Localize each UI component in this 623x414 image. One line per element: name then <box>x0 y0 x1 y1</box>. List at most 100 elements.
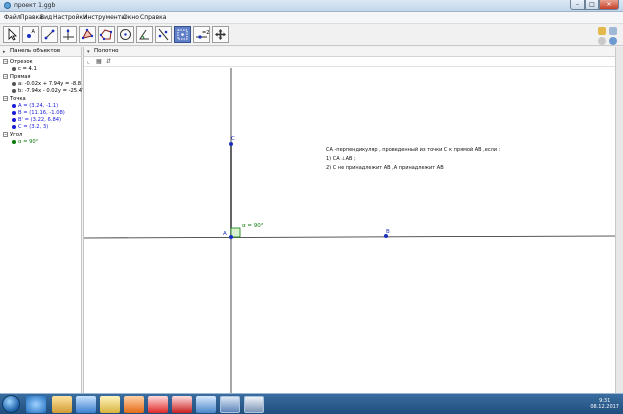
visibility-dot-icon[interactable] <box>12 88 16 93</box>
cursor-arrow-icon <box>8 28 17 41</box>
pin-icon[interactable]: ⇵ <box>106 58 111 65</box>
help-icon[interactable] <box>609 37 617 45</box>
visibility-dot-icon[interactable] <box>12 117 16 122</box>
yandex-browser-icon[interactable] <box>148 396 168 413</box>
angle-icon <box>139 29 149 40</box>
menu-help[interactable]: Справка <box>140 14 166 21</box>
grid-toggle-icon[interactable]: ▦ <box>96 58 102 65</box>
start-button[interactable] <box>2 395 20 413</box>
menu-view[interactable]: Вид <box>40 14 52 21</box>
ie-icon[interactable] <box>26 396 46 413</box>
tree-item[interactable]: b: -7.94x - 0.02y = -25.47 <box>12 88 85 94</box>
maximize-button[interactable]: □ <box>585 0 599 10</box>
tree-item[interactable]: C = (3.2, 3) <box>12 124 48 130</box>
tree-item-text: B = (11.16, -1.08) <box>18 110 65 116</box>
redo-icon[interactable] <box>609 27 617 35</box>
tree-category-label: Угол <box>10 132 23 138</box>
collapse-toggle-icon[interactable]: − <box>3 132 8 137</box>
line-a[interactable] <box>83 235 617 239</box>
tree-item-text: α = 90° <box>18 139 39 145</box>
drawing-canvas[interactable]: A B C α = 90° CA -перпендикуляр , провед… <box>83 68 617 393</box>
move-view-tool[interactable] <box>212 26 229 43</box>
angle-label: α = 90° <box>242 223 264 229</box>
tree-item-text: A = (3.24, -1.1) <box>18 103 59 109</box>
circle-tool[interactable] <box>117 26 134 43</box>
axes-toggle-icon[interactable]: ⌞ <box>87 58 90 65</box>
tree-category-label: Точка <box>10 96 26 102</box>
note-line-2: 1) CA ⊥AB ; <box>326 156 356 162</box>
line-icon <box>44 29 55 40</box>
visibility-dot-icon[interactable] <box>12 81 16 86</box>
audio-icon[interactable] <box>196 396 216 413</box>
point-c[interactable] <box>229 142 233 146</box>
tree-category-segment[interactable]: − Отрезок <box>3 59 33 65</box>
transform-tool[interactable] <box>174 26 191 43</box>
line-tool[interactable] <box>41 26 58 43</box>
close-button[interactable]: ✕ <box>599 0 619 10</box>
visibility-dot-icon[interactable] <box>12 103 16 108</box>
tree-item[interactable]: B' = (3.22, 6.84) <box>12 117 61 123</box>
collapse-toggle-icon[interactable]: − <box>3 74 8 79</box>
menu-tools[interactable]: Инструменты <box>83 14 126 21</box>
tree-category-label: Отрезок <box>10 59 33 65</box>
collapse-icon[interactable]: ▸ <box>3 49 6 55</box>
title-bar: проект 1.ggb – □ ✕ <box>0 0 623 12</box>
tree-item[interactable]: A = (3.24, -1.1) <box>12 103 58 109</box>
folder-icon[interactable] <box>100 396 120 413</box>
svg-text:A: A <box>32 29 36 35</box>
settings-gear-icon[interactable] <box>598 37 606 45</box>
point-tool[interactable]: A <box>22 26 39 43</box>
polygon-icon <box>81 28 94 40</box>
graphics-header: ▾ Полотно <box>84 47 615 57</box>
tree-item-text: B' = (3.22, 6.84) <box>18 117 62 123</box>
visibility-dot-icon[interactable] <box>12 139 16 144</box>
right-scrollbar[interactable] <box>615 47 623 393</box>
menu-window[interactable]: Окно <box>123 14 139 21</box>
tree-item[interactable]: α = 90° <box>12 139 38 145</box>
undo-icon[interactable] <box>598 27 606 35</box>
word-icon[interactable] <box>220 396 240 413</box>
minimize-button[interactable]: – <box>570 0 585 10</box>
visibility-dot-icon[interactable] <box>12 124 16 129</box>
point-c-label: C <box>231 136 235 142</box>
tree-category-line[interactable]: − Прямая <box>3 74 31 80</box>
media-player-icon[interactable] <box>124 396 144 413</box>
visibility-dot-icon[interactable] <box>12 66 16 71</box>
system-tray: 9:31 08.12.2017 <box>555 396 623 413</box>
point-b-label: B <box>386 229 390 235</box>
tree-item[interactable]: a: -0.02x + 7.94y = -8.8 <box>12 81 81 87</box>
geogebra-taskbar-icon[interactable] <box>244 396 264 413</box>
tree-category-label: Прямая <box>10 74 31 80</box>
paint-icon[interactable] <box>52 396 72 413</box>
collapse-icon[interactable]: ▾ <box>87 49 90 55</box>
move-tool[interactable] <box>3 26 20 43</box>
menu-file[interactable]: Файл <box>4 14 21 21</box>
tree-category-angle[interactable]: − Угол <box>3 132 22 138</box>
menu-settings[interactable]: Настройки <box>53 14 87 21</box>
tree-item[interactable]: c = 4.1 <box>12 66 37 72</box>
graphics-style-bar: ⌞ ▦ ⇵ <box>84 57 615 67</box>
clock-date: 08.12.2017 <box>590 404 619 410</box>
perpendicular-tool[interactable] <box>60 26 77 43</box>
tree-category-point[interactable]: − Точка <box>3 96 26 102</box>
slider-tool[interactable]: =2 <box>193 26 210 43</box>
clock[interactable]: 9:31 08.12.2017 <box>590 398 619 410</box>
tree-item[interactable]: B = (11.16, -1.08) <box>12 110 65 116</box>
point-icon: A <box>27 29 36 38</box>
graphics-title: Полотно <box>94 48 119 54</box>
taskbar: 9:31 08.12.2017 <box>0 393 623 414</box>
visibility-dot-icon[interactable] <box>12 110 16 115</box>
explorer-icon[interactable] <box>76 396 96 413</box>
reflect-tool[interactable] <box>155 26 172 43</box>
tree-item-text: a: -0.02x + 7.94y = -8.8 <box>18 81 82 87</box>
collapse-toggle-icon[interactable]: − <box>3 59 8 64</box>
polygon-tool[interactable] <box>79 26 96 43</box>
dilate-icon <box>177 29 188 40</box>
point-a[interactable] <box>229 235 233 239</box>
tree-item-text: c = 4.1 <box>18 66 37 72</box>
yandex-icon[interactable] <box>172 396 192 413</box>
angle-tool[interactable] <box>136 26 153 43</box>
polygon-tool-2[interactable] <box>98 26 115 43</box>
collapse-toggle-icon[interactable]: − <box>3 96 8 101</box>
geometry-svg[interactable]: A B C α = 90° CA -перпендикуляр , провед… <box>83 68 617 393</box>
